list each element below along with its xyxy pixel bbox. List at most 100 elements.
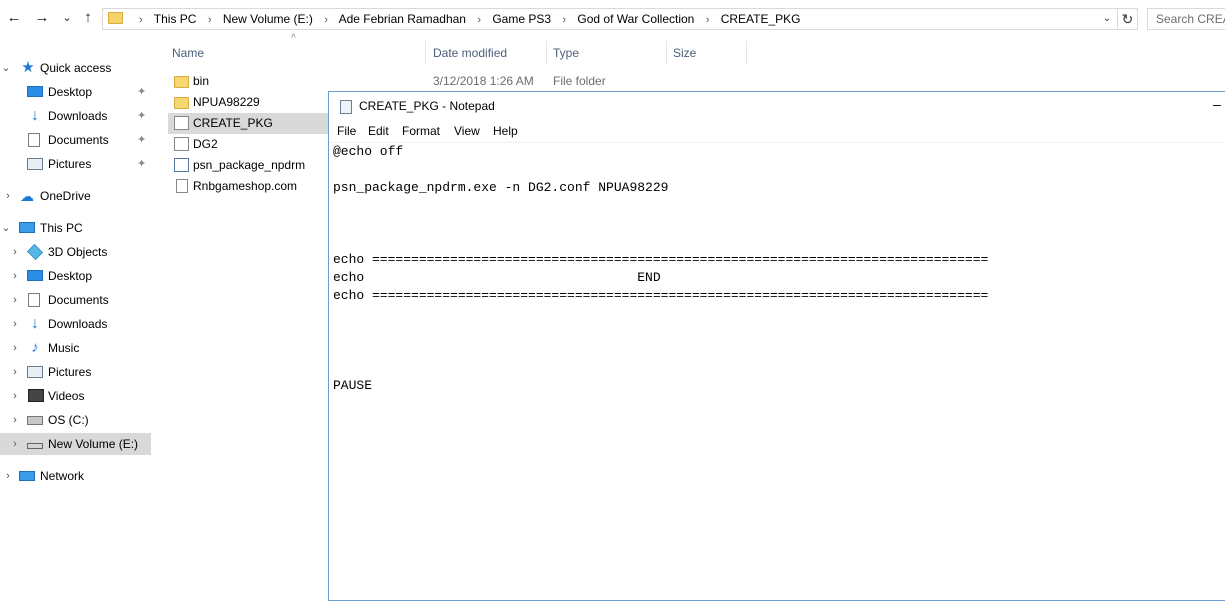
collapse-chevron-icon[interactable]: ⌄ (0, 217, 12, 239)
file-name: bin (193, 74, 210, 88)
column-header-name[interactable]: Name (166, 41, 426, 65)
sidebar-item-desktop[interactable]: › Desktop (0, 265, 151, 287)
breadcrumb-separator-icon[interactable]: › (208, 14, 212, 26)
file-row-create-pkg[interactable]: CREATE_PKG (168, 113, 328, 134)
expand-chevron-icon[interactable]: › (9, 385, 21, 407)
breadcrumb-item-god-of-war-collection[interactable]: God of War Collection (577, 12, 694, 26)
pin-icon[interactable]: ✦ (137, 129, 146, 151)
menu-view[interactable]: View (452, 121, 482, 141)
expand-chevron-icon[interactable]: › (9, 361, 21, 383)
breadcrumb-separator-icon[interactable]: › (477, 14, 481, 26)
document-icon (28, 293, 40, 307)
sidebar-item-label: Desktop (48, 269, 93, 283)
notepad-title: CREATE_PKG - Notepad (359, 99, 495, 113)
notepad-title-bar[interactable]: CREATE_PKG - Notepad – (329, 92, 1225, 121)
sidebar-item-pictures[interactable]: › Pictures (0, 361, 151, 383)
file-name: DG2 (193, 137, 218, 151)
expand-chevron-icon[interactable]: › (9, 241, 21, 263)
sidebar-item-label: 3D Objects (48, 245, 108, 259)
column-header-type[interactable]: Type (547, 41, 667, 65)
notepad-text-area[interactable]: @echo off psn_package_npdrm.exe -n DG2.c… (329, 142, 1225, 602)
download-arrow-icon: ↓ (31, 315, 39, 332)
file-name: NPUA98229 (193, 95, 260, 109)
expand-chevron-icon[interactable]: › (9, 313, 21, 335)
expand-chevron-icon[interactable]: › (2, 185, 14, 207)
forward-arrow-icon[interactable]: → (33, 9, 51, 27)
breadcrumb-item-this-pc[interactable]: This PC (154, 12, 197, 26)
column-header-date-modified[interactable]: Date modified (427, 41, 547, 65)
pin-icon[interactable]: ✦ (137, 81, 146, 103)
sidebar-item-new-volume-e[interactable]: › New Volume (E:) (0, 433, 151, 455)
notepad-content[interactable]: @echo off psn_package_npdrm.exe -n DG2.c… (333, 143, 988, 395)
collapse-chevron-icon[interactable]: ⌄ (0, 57, 12, 79)
sidebar-item-network[interactable]: › Network (0, 465, 151, 487)
star-icon: ★ (21, 59, 35, 76)
breadcrumb-separator-icon[interactable]: › (706, 14, 710, 26)
up-arrow-icon[interactable]: ↑ (79, 9, 97, 27)
sidebar-item-this-pc[interactable]: ⌄ This PC (0, 217, 151, 239)
expand-chevron-icon[interactable]: › (9, 337, 21, 359)
file-name: CREATE_PKG (193, 116, 273, 130)
expand-chevron-icon[interactable]: › (9, 433, 21, 455)
download-arrow-icon: ↓ (31, 107, 39, 124)
cloud-icon: ☁ (20, 188, 34, 204)
expand-chevron-icon[interactable]: › (9, 265, 21, 287)
sidebar-item-videos[interactable]: › Videos (0, 385, 151, 407)
sidebar-item-onedrive[interactable]: › ☁ OneDrive (0, 185, 151, 207)
sidebar-item-label: Quick access (40, 61, 112, 75)
pin-icon[interactable]: ✦ (137, 153, 146, 175)
folder-icon (174, 97, 189, 109)
breadcrumb-item-game-ps3[interactable]: Game PS3 (492, 12, 551, 26)
sidebar-item-os-c[interactable]: › OS (C:) (0, 409, 151, 431)
column-headers: ^ Name Date modified Type Size (154, 33, 754, 69)
column-header-size[interactable]: Size (667, 41, 747, 65)
menu-help[interactable]: Help (491, 121, 520, 141)
sidebar-item-label: Desktop (48, 85, 93, 99)
notepad-icon (340, 100, 352, 114)
sidebar-item-downloads[interactable]: ↓ Downloads ✦ (0, 105, 151, 127)
refresh-icon[interactable]: ↻ (1118, 8, 1138, 30)
config-file-icon (174, 137, 189, 151)
sidebar-item-label: OS (C:) (48, 413, 89, 427)
pin-icon[interactable]: ✦ (137, 105, 146, 127)
notepad-menu-bar: File Edit Format View Help (329, 121, 1225, 141)
file-row-dg2[interactable]: DG2 (168, 134, 328, 155)
menu-format[interactable]: Format (400, 121, 442, 141)
sidebar-item-desktop[interactable]: Desktop ✦ (0, 81, 151, 103)
file-row-bin[interactable]: bin 3/12/2018 1:26 AM File folder (168, 71, 768, 92)
file-row-psn-package-npdrm[interactable]: psn_package_npdrm (168, 155, 328, 176)
sidebar-item-label: Documents (48, 293, 109, 307)
sidebar-item-documents[interactable]: › Documents (0, 289, 151, 311)
address-dropdown-chevron-icon[interactable]: ⌄ (1100, 11, 1114, 27)
file-row-npua98229[interactable]: NPUA98229 (168, 92, 328, 113)
menu-edit[interactable]: Edit (366, 121, 391, 141)
file-row-rnbgameshop[interactable]: Rnbgameshop.com (168, 176, 328, 197)
menu-file[interactable]: File (335, 121, 358, 141)
breadcrumb-item-create-pkg[interactable]: CREATE_PKG (721, 12, 801, 26)
sidebar-item-music[interactable]: › ♪ Music (0, 337, 151, 359)
expand-chevron-icon[interactable]: › (2, 465, 14, 487)
expand-chevron-icon[interactable]: › (9, 289, 21, 311)
sidebar-item-label: Documents (48, 133, 109, 147)
sidebar-item-label: New Volume (E:) (48, 437, 139, 451)
expand-chevron-icon[interactable]: › (9, 409, 21, 431)
breadcrumb-separator-icon[interactable]: › (562, 14, 566, 26)
drive-icon (27, 416, 43, 425)
address-bar[interactable]: › This PC › New Volume (E:) › Ade Febria… (102, 8, 1118, 30)
notepad-window[interactable]: CREATE_PKG - Notepad – File Edit Format … (328, 91, 1225, 601)
drive-icon (27, 443, 43, 449)
sidebar-item-documents[interactable]: Documents ✦ (0, 129, 151, 151)
sidebar-item-quick-access[interactable]: ⌄ ★ Quick access (0, 57, 151, 79)
sidebar-item-label: This PC (40, 221, 83, 235)
recent-locations-chevron-icon[interactable]: ⌄ (58, 9, 76, 27)
breadcrumb-item-new-volume[interactable]: New Volume (E:) (223, 12, 313, 26)
minimize-icon[interactable]: – (1213, 94, 1221, 114)
sidebar-item-label: Pictures (48, 365, 92, 379)
sidebar-item-downloads[interactable]: › ↓ Downloads (0, 313, 151, 335)
sidebar-item-3d-objects[interactable]: › 3D Objects (0, 241, 151, 263)
search-input[interactable]: Search CREATE_PKG (1147, 8, 1225, 30)
sidebar-item-pictures[interactable]: Pictures ✦ (0, 153, 151, 175)
back-arrow-icon[interactable]: ← (5, 9, 23, 27)
breadcrumb-item-ade-febrian-ramadhan[interactable]: Ade Febrian Ramadhan (339, 12, 466, 26)
breadcrumb-separator-icon[interactable]: › (324, 14, 328, 26)
